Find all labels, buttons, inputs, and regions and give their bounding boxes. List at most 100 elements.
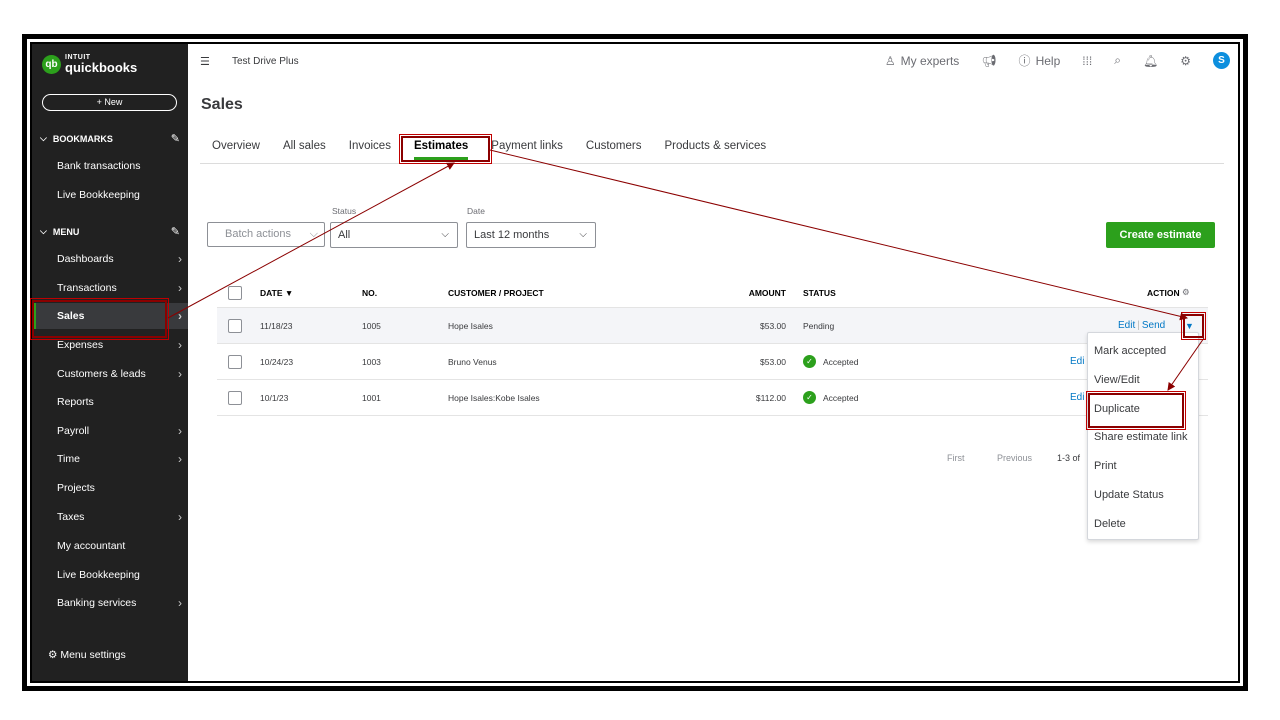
- sidebar-item-label: Live Bookkeeping: [57, 569, 140, 581]
- edit-link[interactable]: Edi: [1070, 356, 1084, 367]
- sidebar-item-label: Dashboards: [57, 253, 114, 265]
- sidebar-item-label: Expenses: [57, 339, 104, 351]
- chevron-right-icon: ›: [178, 309, 182, 323]
- sidebar-item-transactions[interactable]: Transactions ›: [32, 275, 188, 301]
- sidebar-item-reports[interactable]: Reports: [32, 389, 188, 415]
- menu-settings-button[interactable]: ⚙ Menu settings: [32, 640, 188, 670]
- chevron-down-icon: ⌵: [441, 229, 449, 240]
- menu-item-print[interactable]: Print: [1094, 460, 1117, 472]
- table-row[interactable]: 11/18/23 1005 Hope Isales $53.00 Pending…: [217, 308, 1208, 344]
- bell-icon[interactable]: 🔔︎: [1143, 54, 1158, 68]
- batch-actions-dropdown[interactable]: Batch actions ⌵: [207, 222, 325, 247]
- hamburger-menu-icon[interactable]: ☰: [200, 55, 210, 68]
- menu-item-view-edit[interactable]: View/Edit: [1094, 374, 1140, 386]
- edit-pencil-icon[interactable]: ✎: [171, 132, 180, 145]
- quickbooks-logo[interactable]: qb INTUIT quickbooks: [42, 54, 137, 74]
- checkmark-icon: ✓: [803, 355, 816, 368]
- sidebar-item-label: Time: [57, 453, 80, 465]
- search-icon[interactable]: ⌕: [1114, 53, 1121, 68]
- chevron-right-icon: ›: [178, 367, 182, 381]
- header-amount[interactable]: AMOUNT: [737, 278, 786, 307]
- help-button[interactable]: ⓘ Help: [1019, 52, 1061, 69]
- menu-item-duplicate[interactable]: Duplicate: [1094, 403, 1140, 415]
- sidebar-item-taxes[interactable]: Taxes ›: [32, 504, 188, 530]
- sidebar-item-label: My accountant: [57, 540, 126, 552]
- edit-link[interactable]: Edit: [1118, 320, 1135, 331]
- tab-products-services[interactable]: Products & services: [665, 140, 767, 160]
- row-customer: Hope Isales: [448, 320, 493, 331]
- menu-item-update-status[interactable]: Update Status: [1094, 489, 1164, 501]
- row-checkbox[interactable]: [228, 390, 242, 405]
- sidebar-item-label: Sales: [57, 310, 85, 322]
- status-value: All: [338, 229, 351, 241]
- create-estimate-button[interactable]: Create estimate: [1106, 222, 1215, 248]
- menu-label: MENU: [52, 226, 80, 237]
- chevron-right-icon: ›: [178, 510, 182, 524]
- tab-customers[interactable]: Customers: [586, 140, 642, 160]
- row-no: 1003: [362, 356, 381, 367]
- person-icon: ♙: [884, 53, 896, 68]
- sidebar-item-banking-services[interactable]: Banking services ›: [32, 590, 188, 616]
- sidebar-item-sales[interactable]: Sales ›: [32, 303, 188, 329]
- table-row[interactable]: 10/1/23 1001 Hope Isales:Kobe Isales $11…: [217, 380, 1208, 416]
- table-row[interactable]: 10/24/23 1003 Bruno Venus $53.00 ✓ Accept…: [217, 344, 1208, 380]
- header-no[interactable]: NO.: [362, 278, 377, 307]
- megaphone-icon[interactable]: 📢︎: [981, 54, 996, 68]
- app-window: qb INTUIT quickbooks + New ⌵ BOOKMARKS ✎…: [32, 44, 1238, 681]
- status-select[interactable]: All ⌵: [330, 222, 458, 248]
- menu-item-mark-accepted[interactable]: Mark accepted: [1094, 345, 1166, 357]
- row-date: 11/18/23: [260, 320, 293, 331]
- tab-overview[interactable]: Overview: [212, 140, 260, 160]
- date-select[interactable]: Last 12 months ⌵: [466, 222, 596, 248]
- new-button[interactable]: + New: [42, 94, 177, 111]
- tab-all-sales[interactable]: All sales: [283, 140, 326, 160]
- header-date[interactable]: DATE ▼: [260, 278, 293, 307]
- checkmark-icon: ✓: [803, 391, 816, 404]
- bookmark-live-bookkeeping[interactable]: Live Bookkeeping: [32, 182, 188, 208]
- chevron-right-icon: ›: [178, 281, 182, 295]
- edit-pencil-icon[interactable]: ✎: [171, 225, 180, 238]
- sidebar-item-label: Transactions: [57, 282, 117, 294]
- row-date: 10/24/23: [260, 356, 294, 367]
- pager-previous[interactable]: Previous: [997, 453, 1032, 463]
- chevron-right-icon: ›: [178, 252, 182, 266]
- tab-payment-links[interactable]: Payment links: [491, 140, 563, 160]
- sidebar-item-payroll[interactable]: Payroll ›: [32, 418, 188, 444]
- select-all-checkbox[interactable]: [228, 285, 242, 300]
- bookmarks-header[interactable]: ⌵ BOOKMARKS ✎: [40, 132, 180, 145]
- row-checkbox[interactable]: [228, 354, 242, 369]
- gear-icon[interactable]: ⚙: [1180, 54, 1191, 68]
- menu-item-share-estimate-link[interactable]: Share estimate link: [1094, 431, 1188, 443]
- my-experts-button[interactable]: ♙ My experts: [885, 54, 959, 68]
- sidebar-item-live-bookkeeping[interactable]: Live Bookkeeping: [32, 562, 188, 588]
- gear-icon[interactable]: ⚙: [1182, 287, 1190, 298]
- sidebar-item-dashboards[interactable]: Dashboards ›: [32, 246, 188, 272]
- tab-estimates[interactable]: Estimates: [413, 140, 469, 160]
- sidebar-item-my-accountant[interactable]: My accountant: [32, 533, 188, 559]
- menu-header[interactable]: ⌵ MENU ✎: [40, 225, 180, 238]
- chevron-right-icon: ›: [178, 424, 182, 438]
- header-status[interactable]: STATUS: [803, 278, 836, 307]
- tab-invoices[interactable]: Invoices: [349, 140, 391, 160]
- edit-link[interactable]: Edi: [1070, 392, 1084, 403]
- pager-first[interactable]: First: [947, 453, 965, 463]
- header-customer[interactable]: CUSTOMER / PROJECT: [448, 278, 544, 307]
- sidebar-item-expenses[interactable]: Expenses ›: [32, 332, 188, 358]
- company-name: Test Drive Plus: [232, 56, 299, 67]
- chevron-down-icon: ⌵: [579, 229, 587, 240]
- tab-divider: [200, 163, 1224, 164]
- chevron-right-icon: ›: [178, 338, 182, 352]
- apps-grid-icon[interactable]: ⁞⁞⁞: [1082, 54, 1092, 68]
- send-link[interactable]: Send: [1142, 320, 1165, 331]
- sidebar-item-projects[interactable]: Projects: [32, 475, 188, 501]
- header-action-label: ACTION: [1147, 287, 1180, 298]
- avatar[interactable]: S: [1213, 52, 1230, 69]
- sidebar-item-customers-leads[interactable]: Customers & leads ›: [32, 361, 188, 387]
- gear-icon: ⚙: [48, 649, 58, 661]
- row-checkbox[interactable]: [228, 318, 242, 333]
- bookmark-bank-transactions[interactable]: Bank transactions: [32, 153, 188, 179]
- menu-item-delete[interactable]: Delete: [1094, 518, 1126, 530]
- chevron-down-icon: ⌵: [309, 228, 318, 240]
- estimates-table: DATE ▼ NO. CUSTOMER / PROJECT AMOUNT STA…: [217, 278, 1208, 416]
- sidebar-item-time[interactable]: Time ›: [32, 446, 188, 472]
